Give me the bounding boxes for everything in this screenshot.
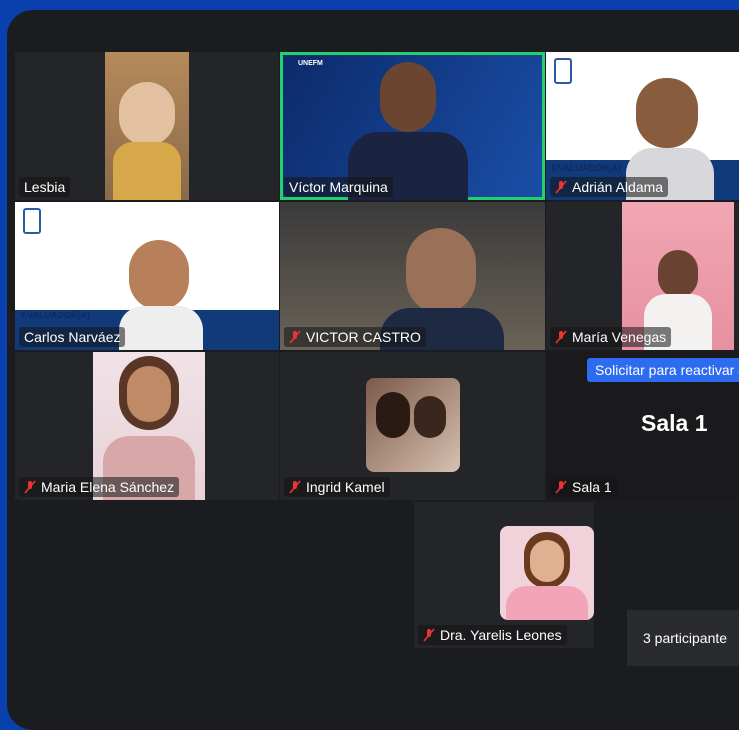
- participant-name: Víctor Marquina: [284, 177, 393, 197]
- participant-name: Carlos Narváez: [19, 327, 126, 347]
- avatar: [366, 378, 460, 472]
- brand-logo: UNEFM: [298, 60, 323, 67]
- mic-muted-icon: [555, 330, 567, 344]
- video-tile-adrian-aldama[interactable]: EVALUADOR(A) Adrián Aldama: [546, 52, 739, 200]
- video-tile-carlos-narvaez[interactable]: EVALUADOR(A) Carlos Narváez: [15, 202, 279, 350]
- participant-name: Ingrid Kamel: [284, 477, 390, 497]
- video-tile-maria-venegas[interactable]: María Venegas: [546, 202, 739, 350]
- participant-count[interactable]: 3 participante: [627, 610, 739, 666]
- participant-video: [105, 52, 189, 200]
- video-tile-maria-elena-sanchez[interactable]: Maria Elena Sánchez: [15, 352, 279, 500]
- mic-muted-icon: [555, 480, 567, 494]
- participant-name: Sala 1: [550, 477, 617, 497]
- avatar: [500, 526, 594, 620]
- participant-name: Lesbia: [19, 177, 71, 197]
- mic-muted-icon: [24, 480, 36, 494]
- participant-name: María Venegas: [550, 327, 672, 347]
- video-tile-ingrid-kamel[interactable]: Ingrid Kamel: [280, 352, 545, 500]
- mic-muted-icon: [289, 480, 301, 494]
- video-tile-victor-marquina[interactable]: UNEFM Víctor Marquina: [280, 52, 545, 200]
- participant-name: Adrián Aldama: [550, 177, 669, 197]
- participant-name: Maria Elena Sánchez: [19, 477, 180, 497]
- participant-name: VICTOR CASTRO: [284, 327, 426, 347]
- mic-muted-icon: [555, 180, 567, 194]
- participant-name: Dra. Yarelis Leones: [418, 625, 567, 645]
- mic-muted-icon: [423, 628, 435, 642]
- video-tile-yarelis-leones[interactable]: Dra. Yarelis Leones: [414, 502, 594, 648]
- video-tile-lesbia[interactable]: Lesbia: [15, 52, 279, 200]
- video-tile-victor-castro[interactable]: VICTOR CASTRO: [280, 202, 545, 350]
- request-reactivate-button[interactable]: Solicitar para reactivar a: [587, 358, 739, 382]
- room-title: Sala 1: [641, 410, 708, 436]
- mic-muted-icon: [289, 330, 301, 344]
